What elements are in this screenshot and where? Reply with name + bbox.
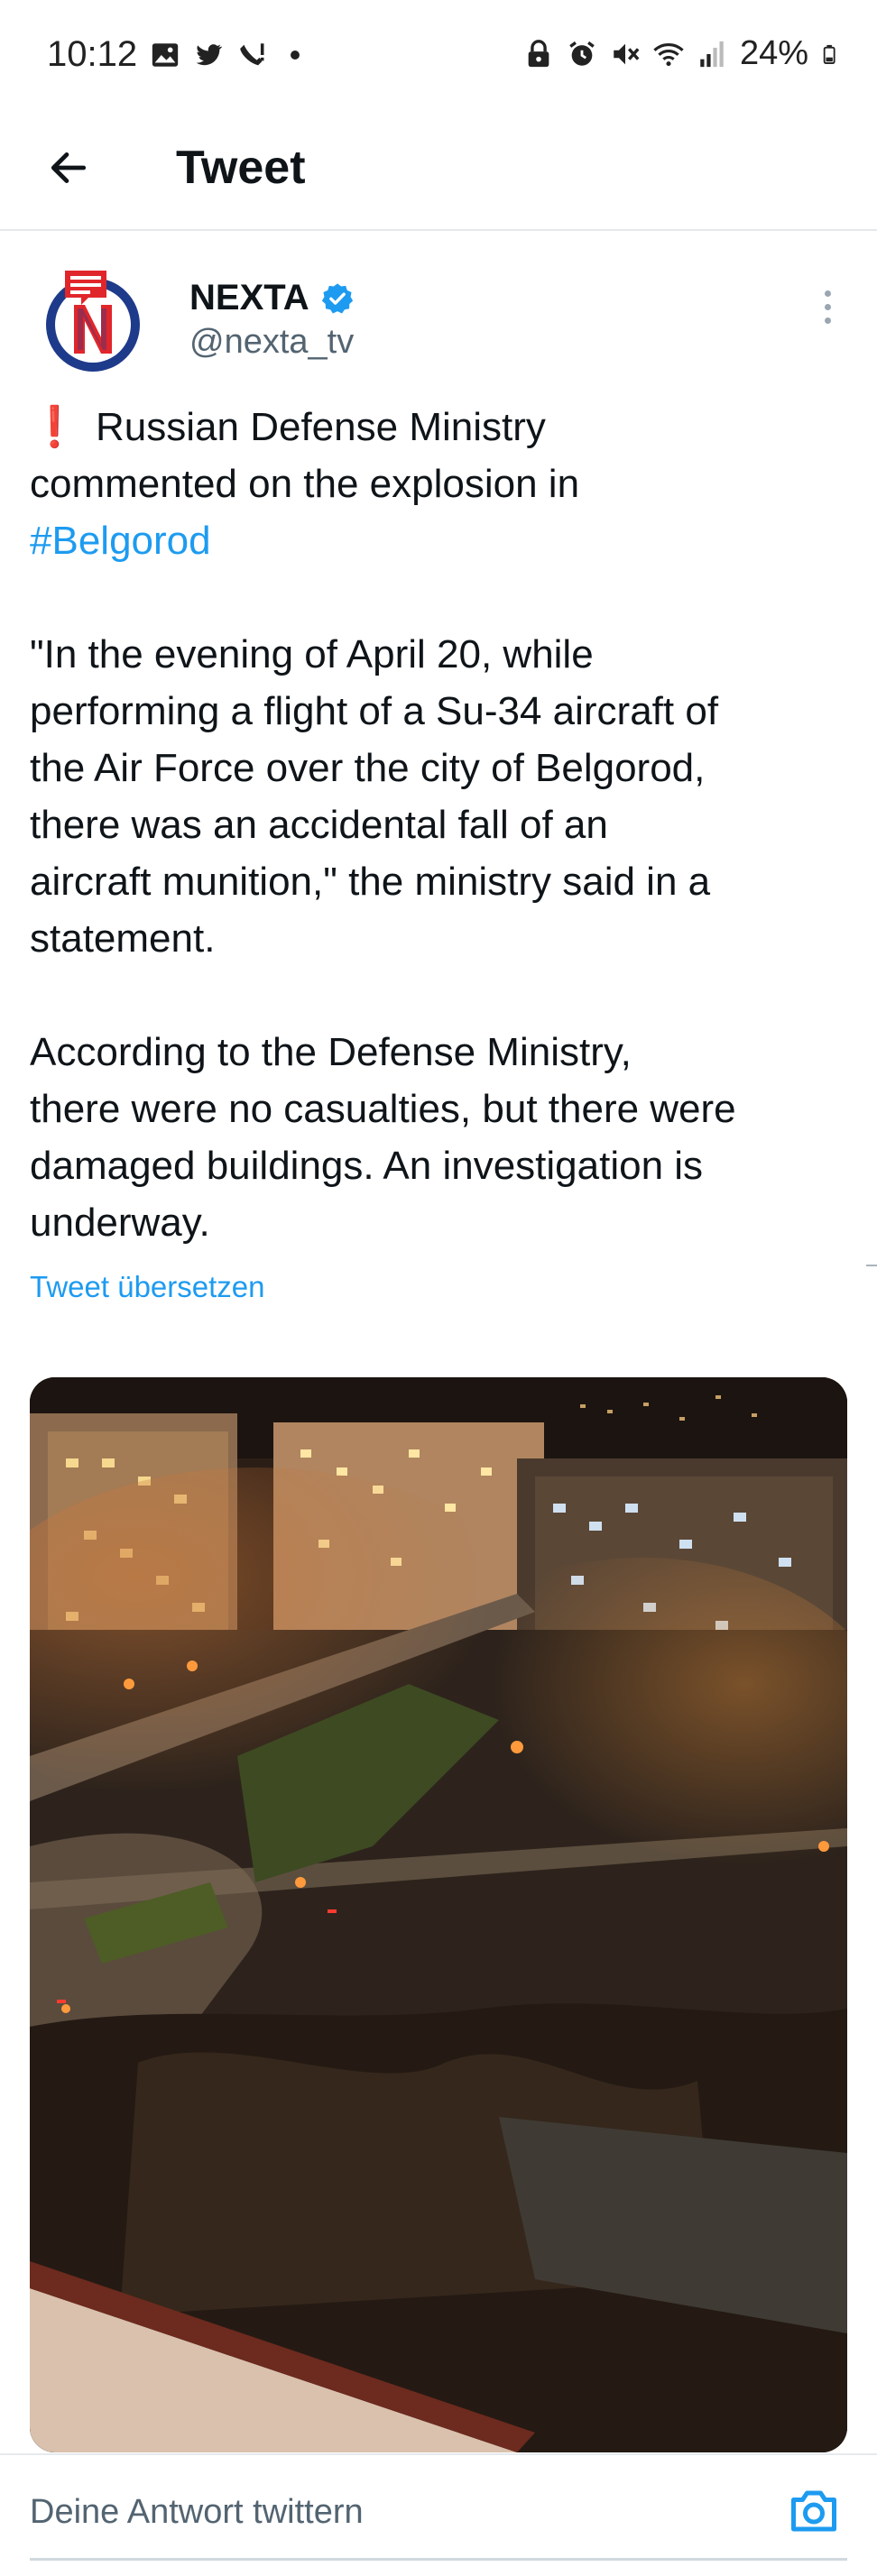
status-time: 10:12 — [47, 34, 138, 74]
battery-percent: 24% — [739, 34, 808, 72]
lock-icon — [528, 39, 549, 67]
page-title: Tweet — [176, 142, 306, 194]
author-name[interactable]: NEXTA — [189, 278, 355, 318]
author-handle[interactable]: @nexta_tv — [189, 323, 354, 362]
alarm-icon — [569, 41, 595, 66]
tweet-quote-paragraph: "In the evening of April 20, while perfo… — [30, 632, 719, 961]
reply-underline — [30, 2558, 847, 2561]
camera-button[interactable] — [787, 2484, 841, 2538]
back-button[interactable] — [42, 141, 96, 195]
more-dot-icon — [824, 317, 831, 324]
translate-tweet-link[interactable]: Tweet übersetzen — [30, 1270, 265, 1304]
camera-icon — [791, 2490, 836, 2532]
tweet-intro-text: Russian Defense Ministry commented on th… — [30, 405, 580, 506]
more-dot-icon — [824, 290, 831, 297]
tweet-author: NEXTA @nexta_tv — [0, 262, 877, 379]
scroll-indicator — [866, 1265, 877, 1266]
exclamation-icon: ❗ — [30, 405, 79, 449]
reply-input[interactable]: Deine Antwort twittern — [30, 2493, 364, 2532]
more-options-button[interactable] — [814, 280, 841, 334]
twitter-bird-icon — [196, 44, 223, 66]
more-dot-icon — [824, 303, 831, 310]
status-bar: 10:12 24% — [0, 0, 877, 108]
hashtag-link[interactable]: #Belgorod — [30, 519, 211, 563]
dot-icon — [291, 51, 300, 60]
wifi-icon — [653, 42, 684, 66]
wifi-call-icon — [240, 43, 264, 66]
image-icon — [152, 43, 179, 67]
nexta-logo-icon — [46, 271, 140, 372]
back-arrow-icon — [51, 152, 87, 183]
tweet-final-paragraph: According to the Defense Ministry, there… — [30, 1030, 736, 1245]
status-right: 24% — [523, 34, 841, 73]
top-app-bar: Tweet — [0, 117, 877, 231]
avatar[interactable] — [45, 265, 141, 373]
tweet-text: ❗ Russian Defense Ministry commented on … — [30, 399, 851, 1251]
tweet-photo[interactable] — [30, 1377, 847, 2452]
battery-icon — [823, 44, 835, 64]
mute-icon — [614, 43, 640, 64]
verified-badge-icon — [321, 282, 353, 313]
signal-icon — [700, 41, 724, 67]
reply-composer: Deine Antwort twittern — [0, 2453, 877, 2576]
night-city-photo — [30, 1377, 847, 2452]
status-left-icons — [150, 40, 310, 70]
author-name-text: NEXTA — [189, 278, 309, 317]
